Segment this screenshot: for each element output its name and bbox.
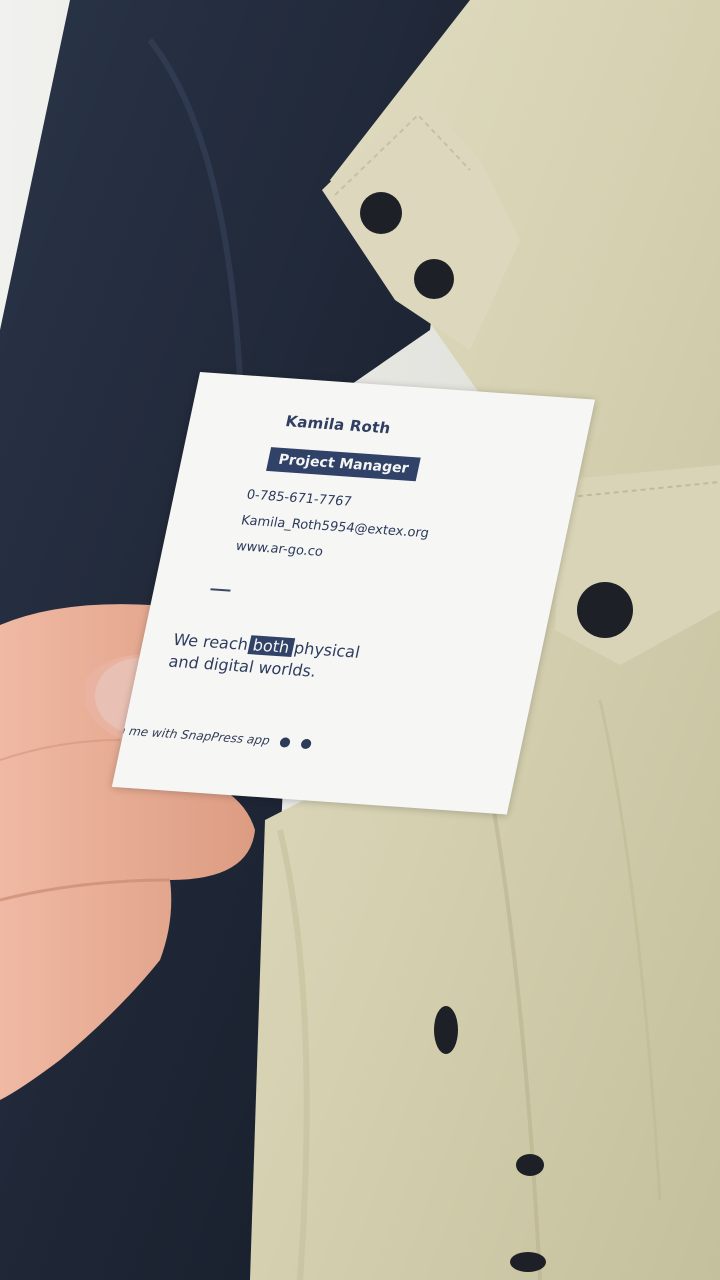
- jacket-button: [510, 1252, 546, 1272]
- tagline-before: We reach: [171, 629, 250, 654]
- tagline-after: physical: [292, 638, 362, 662]
- card-divider: [210, 588, 231, 592]
- jacket-button: [577, 582, 633, 638]
- android-icon: ●: [277, 734, 293, 751]
- jacket-button: [414, 259, 454, 299]
- card-email: Kamila_Roth5954@extex.org: [239, 513, 431, 542]
- card-title-badge: Project Manager: [266, 447, 421, 482]
- card-website: www.ar-go.co: [234, 539, 325, 560]
- card-tagline: We reachbothphysical and digital worlds.: [167, 629, 362, 685]
- card-scan-row: n me with SnapPress app ● ●: [116, 723, 314, 752]
- card-scan-text: n me with SnapPress app: [116, 723, 272, 748]
- tagline-highlight: both: [247, 635, 296, 658]
- photo-scene: Kamila Roth Project Manager 0-785-671-77…: [0, 0, 720, 1280]
- jacket-button: [360, 192, 402, 234]
- card-name: Kamila Roth: [283, 412, 393, 438]
- jacket-button: [516, 1154, 544, 1176]
- jacket-button: [434, 1006, 458, 1054]
- apple-icon: ●: [298, 736, 314, 752]
- card-phone: 0-785-671-7767: [245, 487, 354, 510]
